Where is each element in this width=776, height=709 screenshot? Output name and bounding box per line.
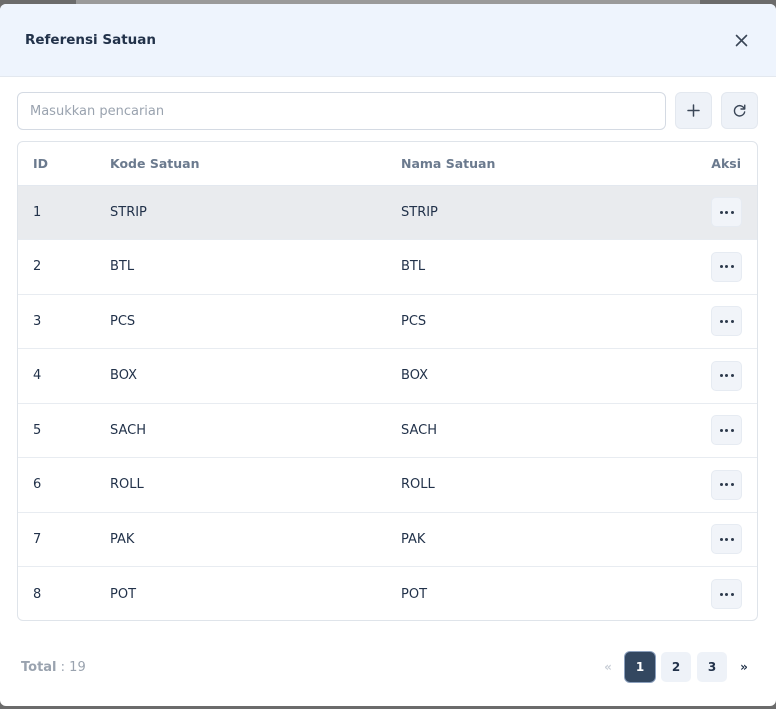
table-header-row: ID Kode Satuan Nama Satuan Aksi bbox=[18, 142, 757, 186]
cell-kode: STRIP bbox=[110, 204, 147, 220]
cell-kode: BTL bbox=[110, 259, 135, 275]
row-actions-button[interactable] bbox=[711, 524, 742, 555]
cell-id: 6 bbox=[33, 477, 42, 493]
cell-nama: STRIP bbox=[401, 204, 438, 220]
cell-id: 2 bbox=[33, 259, 42, 275]
cell-kode: POT bbox=[110, 586, 137, 602]
toolbar bbox=[17, 92, 758, 130]
cell-nama: PAK bbox=[401, 531, 426, 547]
row-actions-button[interactable] bbox=[711, 197, 742, 228]
modal-footer: Total : 19 « 1 2 3 » bbox=[21, 651, 755, 683]
prev-page-button[interactable]: « bbox=[597, 652, 619, 682]
table-row[interactable]: 8 POT POT bbox=[18, 567, 757, 621]
page-button-2[interactable]: 2 bbox=[661, 652, 691, 682]
next-page-button[interactable]: » bbox=[733, 652, 755, 682]
more-horizontal-icon bbox=[719, 210, 734, 214]
cell-kode: ROLL bbox=[110, 477, 144, 493]
header-nama-satuan[interactable]: Nama Satuan bbox=[401, 142, 692, 186]
total-label: Total bbox=[21, 659, 57, 675]
cell-nama: SACH bbox=[401, 422, 438, 438]
units-table: ID Kode Satuan Nama Satuan Aksi 1 STRIP … bbox=[17, 141, 758, 621]
cell-kode: PAK bbox=[110, 531, 135, 547]
close-icon bbox=[735, 34, 747, 46]
header-aksi: Aksi bbox=[692, 142, 757, 186]
header-id[interactable]: ID bbox=[18, 142, 110, 186]
search-input[interactable] bbox=[17, 92, 666, 130]
cell-id: 7 bbox=[33, 531, 42, 547]
cell-id: 4 bbox=[33, 368, 42, 384]
refresh-icon bbox=[733, 104, 746, 117]
more-horizontal-icon bbox=[719, 265, 734, 269]
cell-id: 1 bbox=[33, 204, 42, 220]
table-row[interactable]: 7 PAK PAK bbox=[18, 512, 757, 567]
reference-modal: Referensi Satuan ID Kode Satuan bbox=[0, 4, 776, 706]
cell-nama: POT bbox=[401, 586, 428, 602]
row-actions-button[interactable] bbox=[711, 415, 742, 446]
cell-nama: BTL bbox=[401, 259, 426, 275]
row-actions-button[interactable] bbox=[711, 469, 742, 500]
header-kode-satuan[interactable]: Kode Satuan bbox=[110, 142, 401, 186]
cell-nama: PCS bbox=[401, 313, 427, 329]
pagination: « 1 2 3 » bbox=[597, 652, 755, 682]
cell-kode: PCS bbox=[110, 313, 136, 329]
table-row[interactable]: 3 PCS PCS bbox=[18, 294, 757, 349]
more-horizontal-icon bbox=[719, 592, 734, 596]
table-row[interactable]: 4 BOX BOX bbox=[18, 349, 757, 403]
refresh-button[interactable] bbox=[721, 92, 758, 129]
cell-id: 3 bbox=[33, 313, 42, 329]
table-row[interactable]: 2 BTL BTL bbox=[18, 240, 757, 294]
close-button[interactable] bbox=[731, 30, 751, 50]
row-actions-button[interactable] bbox=[711, 306, 742, 337]
more-horizontal-icon bbox=[719, 374, 734, 378]
page-button-3[interactable]: 3 bbox=[697, 652, 727, 682]
more-horizontal-icon bbox=[719, 428, 734, 432]
row-actions-button[interactable] bbox=[711, 579, 742, 609]
cell-id: 5 bbox=[33, 422, 42, 438]
total-count: Total : 19 bbox=[21, 660, 86, 675]
more-horizontal-icon bbox=[719, 319, 734, 323]
table-row[interactable]: 6 ROLL ROLL bbox=[18, 458, 757, 512]
cell-nama: BOX bbox=[401, 368, 428, 384]
row-actions-button[interactable] bbox=[711, 360, 742, 391]
table-row[interactable]: 1 STRIP STRIP bbox=[18, 185, 757, 240]
total-value: 19 bbox=[69, 659, 86, 675]
cell-kode: SACH bbox=[110, 422, 147, 438]
modal-header: Referensi Satuan bbox=[0, 4, 776, 77]
plus-icon bbox=[687, 104, 700, 117]
total-separator: : bbox=[56, 659, 70, 675]
cell-id: 8 bbox=[33, 586, 42, 602]
more-horizontal-icon bbox=[719, 537, 734, 541]
modal-title: Referensi Satuan bbox=[25, 32, 156, 48]
add-button[interactable] bbox=[675, 92, 712, 129]
cell-nama: ROLL bbox=[401, 477, 435, 493]
table-row[interactable]: 5 SACH SACH bbox=[18, 403, 757, 458]
page-button-1[interactable]: 1 bbox=[625, 652, 655, 682]
row-actions-button[interactable] bbox=[711, 251, 742, 282]
cell-kode: BOX bbox=[110, 368, 137, 384]
more-horizontal-icon bbox=[719, 483, 734, 487]
